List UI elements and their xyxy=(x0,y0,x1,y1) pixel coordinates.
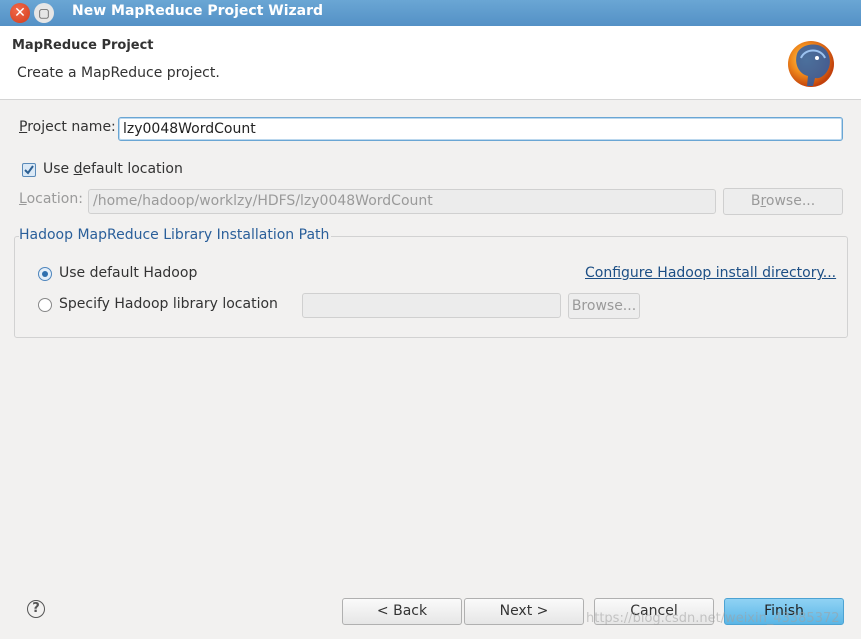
specify-hadoop-location-label[interactable]: Specify Hadoop library location xyxy=(59,296,278,312)
next-button[interactable]: Next > xyxy=(464,598,584,625)
location-browse-button[interactable]: Browse... xyxy=(723,188,843,215)
hadoop-library-input[interactable] xyxy=(302,293,561,318)
hadoop-elephant-logo-icon xyxy=(788,41,834,87)
close-icon[interactable]: ✕ xyxy=(10,3,30,23)
use-default-location-checkbox[interactable] xyxy=(22,163,36,177)
page-title: MapReduce Project xyxy=(12,38,154,53)
wizard-header: MapReduce Project Create a MapReduce pro… xyxy=(0,26,861,100)
location-label: Location: xyxy=(19,191,83,207)
maximize-icon[interactable]: ▢ xyxy=(34,3,54,23)
hadoop-browse-button[interactable]: Browse... xyxy=(568,293,640,319)
hadoop-library-group xyxy=(14,236,848,338)
hadoop-group-title: Hadoop MapReduce Library Installation Pa… xyxy=(19,227,332,243)
configure-hadoop-link[interactable]: Configure Hadoop install directory... xyxy=(585,265,836,281)
location-input[interactable]: /home/hadoop/worklzy/HDFS/lzy0048WordCou… xyxy=(88,189,716,214)
use-default-hadoop-radio[interactable] xyxy=(38,267,52,281)
window-title: New MapReduce Project Wizard xyxy=(72,3,324,19)
use-default-hadoop-label[interactable]: Use default Hadoop xyxy=(59,265,197,281)
use-default-location-label[interactable]: Use default location xyxy=(43,161,183,177)
project-name-input[interactable]: lzy0048WordCount xyxy=(118,117,843,141)
project-name-label: Project name: xyxy=(19,119,116,135)
watermark: https://blog.csdn.net/weixin_43385372 xyxy=(586,611,840,626)
window-titlebar: ✕ ▢ New MapReduce Project Wizard xyxy=(0,0,861,26)
specify-hadoop-location-radio[interactable] xyxy=(38,298,52,312)
help-icon[interactable]: ? xyxy=(27,600,45,618)
page-description: Create a MapReduce project. xyxy=(17,65,220,81)
checkmark-icon xyxy=(24,165,34,175)
back-button[interactable]: < Back xyxy=(342,598,462,625)
